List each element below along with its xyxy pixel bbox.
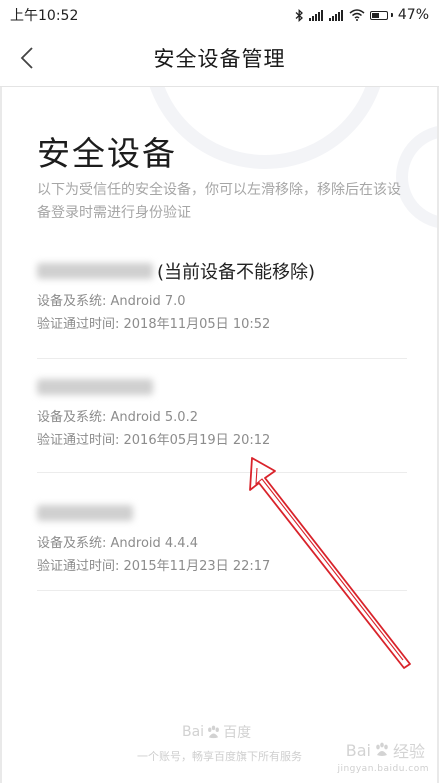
device-item[interactable]: 设备及系统: Android 5.0.2 验证通过时间: 2016年05月19日…	[37, 359, 407, 473]
redacted-device-name	[37, 263, 153, 279]
status-time: 上午10:52	[10, 8, 79, 24]
battery-percent: 47%	[397, 7, 429, 23]
paw-icon	[376, 742, 388, 756]
battery-icon	[369, 10, 393, 20]
signal-icon	[308, 10, 323, 21]
redacted-device-name	[37, 505, 133, 521]
status-icons: 47%	[295, 7, 429, 23]
watermark-text-cn: 经验	[392, 742, 425, 761]
watermark-text: Bai	[345, 740, 371, 760]
device-verified-time: 验证通过时间: 2018年11月05日 10:52	[37, 317, 271, 332]
wifi-icon	[349, 9, 365, 21]
device-item[interactable]: 设备及系统: Android 4.4.4 验证通过时间: 2015年11月23日…	[37, 473, 407, 591]
back-button[interactable]	[12, 42, 42, 74]
content-area[interactable]: 安全设备 以下为受信任的安全设备，你可以左滑移除，移除后在该设备登录时需进行身份…	[0, 87, 439, 783]
device-verified-time: 验证通过时间: 2015年11月23日 22:17	[37, 559, 271, 574]
page-description: 以下为受信任的安全设备，你可以左滑移除，移除后在该设备登录时需进行身份验证	[37, 182, 401, 221]
baidu-logo: Bai 百度	[182, 722, 251, 742]
watermark-url: jingyan.baidu.com	[337, 764, 429, 774]
device-name: (当前设备不能移除)	[37, 255, 407, 287]
device-system: 设备及系统: Android 7.0	[37, 294, 186, 309]
status-bar: 上午10:52 47%	[0, 0, 439, 30]
screen: 上午10:52 47% 安全设备管理 安全设备 以下为受信任的安全设备，你可以左…	[0, 0, 439, 783]
signal-icon	[328, 10, 343, 21]
nav-title: 安全设备管理	[153, 47, 286, 71]
baidu-logo-text: 百度	[223, 725, 252, 741]
paw-icon	[208, 725, 220, 738]
watermark: Bai 经验	[346, 738, 425, 762]
baidu-logo-latin: Bai	[182, 724, 205, 740]
device-system: 设备及系统: Android 5.0.2	[37, 410, 198, 425]
device-name	[37, 497, 407, 529]
page-title: 安全设备	[37, 134, 177, 173]
page-border	[0, 87, 2, 783]
device-list: (当前设备不能移除) 设备及系统: Android 7.0 验证通过时间: 20…	[37, 255, 407, 591]
device-verified-time: 验证通过时间: 2016年05月19日 20:12	[37, 433, 271, 448]
redacted-device-name	[37, 379, 153, 395]
chevron-left-icon	[20, 47, 33, 69]
nav-bar: 安全设备管理	[0, 30, 439, 87]
device-name	[37, 371, 407, 403]
device-item[interactable]: (当前设备不能移除) 设备及系统: Android 7.0 验证通过时间: 20…	[37, 255, 407, 359]
device-system: 设备及系统: Android 4.4.4	[37, 536, 198, 551]
bluetooth-icon	[295, 8, 303, 22]
